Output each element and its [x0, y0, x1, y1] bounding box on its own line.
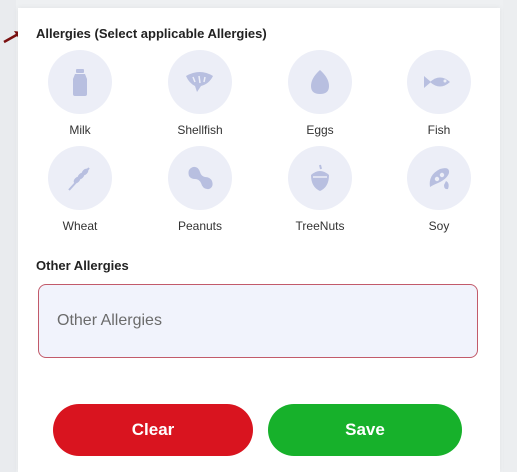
soy-icon: [429, 168, 450, 190]
clear-button[interactable]: Clear: [53, 404, 253, 456]
allergy-icon-circle: [407, 50, 471, 114]
allergies-card: Allergies (Select applicable Allergies) …: [18, 8, 500, 472]
allergy-option-fish[interactable]: Fish: [394, 50, 484, 137]
allergy-option-soy[interactable]: Soy: [394, 146, 484, 233]
allergy-icon-circle: [168, 50, 232, 114]
allergies-section-title: Allergies (Select applicable Allergies): [36, 26, 267, 41]
save-button[interactable]: Save: [268, 404, 462, 456]
allergy-label: Peanuts: [177, 219, 223, 233]
allergy-label: Wheat: [62, 219, 98, 233]
allergy-icon-circle: [407, 146, 471, 210]
other-allergies-input[interactable]: [38, 284, 478, 358]
allergy-option-shellfish[interactable]: Shellfish: [155, 50, 245, 137]
allergy-icon-circle: [48, 50, 112, 114]
egg-icon: [311, 70, 329, 94]
allergy-option-treenuts[interactable]: TreeNuts: [275, 146, 365, 233]
milk-bottle-icon: [73, 69, 87, 96]
allergy-icon-circle: [168, 146, 232, 210]
right-background-edge: [503, 0, 517, 472]
allergy-label: Shellfish: [177, 123, 223, 137]
allergy-option-wheat[interactable]: Wheat: [35, 146, 125, 233]
allergy-option-eggs[interactable]: Eggs: [275, 50, 365, 137]
allergy-option-milk[interactable]: Milk: [35, 50, 125, 137]
allergy-label: Eggs: [306, 123, 334, 137]
allergy-label: TreeNuts: [295, 219, 345, 233]
allergy-label: Fish: [427, 123, 451, 137]
allergy-option-peanuts[interactable]: Peanuts: [155, 146, 245, 233]
wheat-icon: [68, 167, 90, 191]
allergy-icon-circle: [288, 50, 352, 114]
fish-icon: [424, 76, 450, 88]
shrimp-icon: [186, 72, 213, 92]
allergy-label: Milk: [69, 123, 91, 137]
allergy-icon-circle: [288, 146, 352, 210]
allergy-label: Soy: [428, 219, 450, 233]
peanut-icon: [188, 166, 213, 190]
left-background-edge: [0, 0, 16, 472]
allergy-icon-circle: [48, 146, 112, 210]
tree-nut-icon: [311, 164, 329, 191]
other-allergies-title: Other Allergies: [36, 258, 129, 273]
